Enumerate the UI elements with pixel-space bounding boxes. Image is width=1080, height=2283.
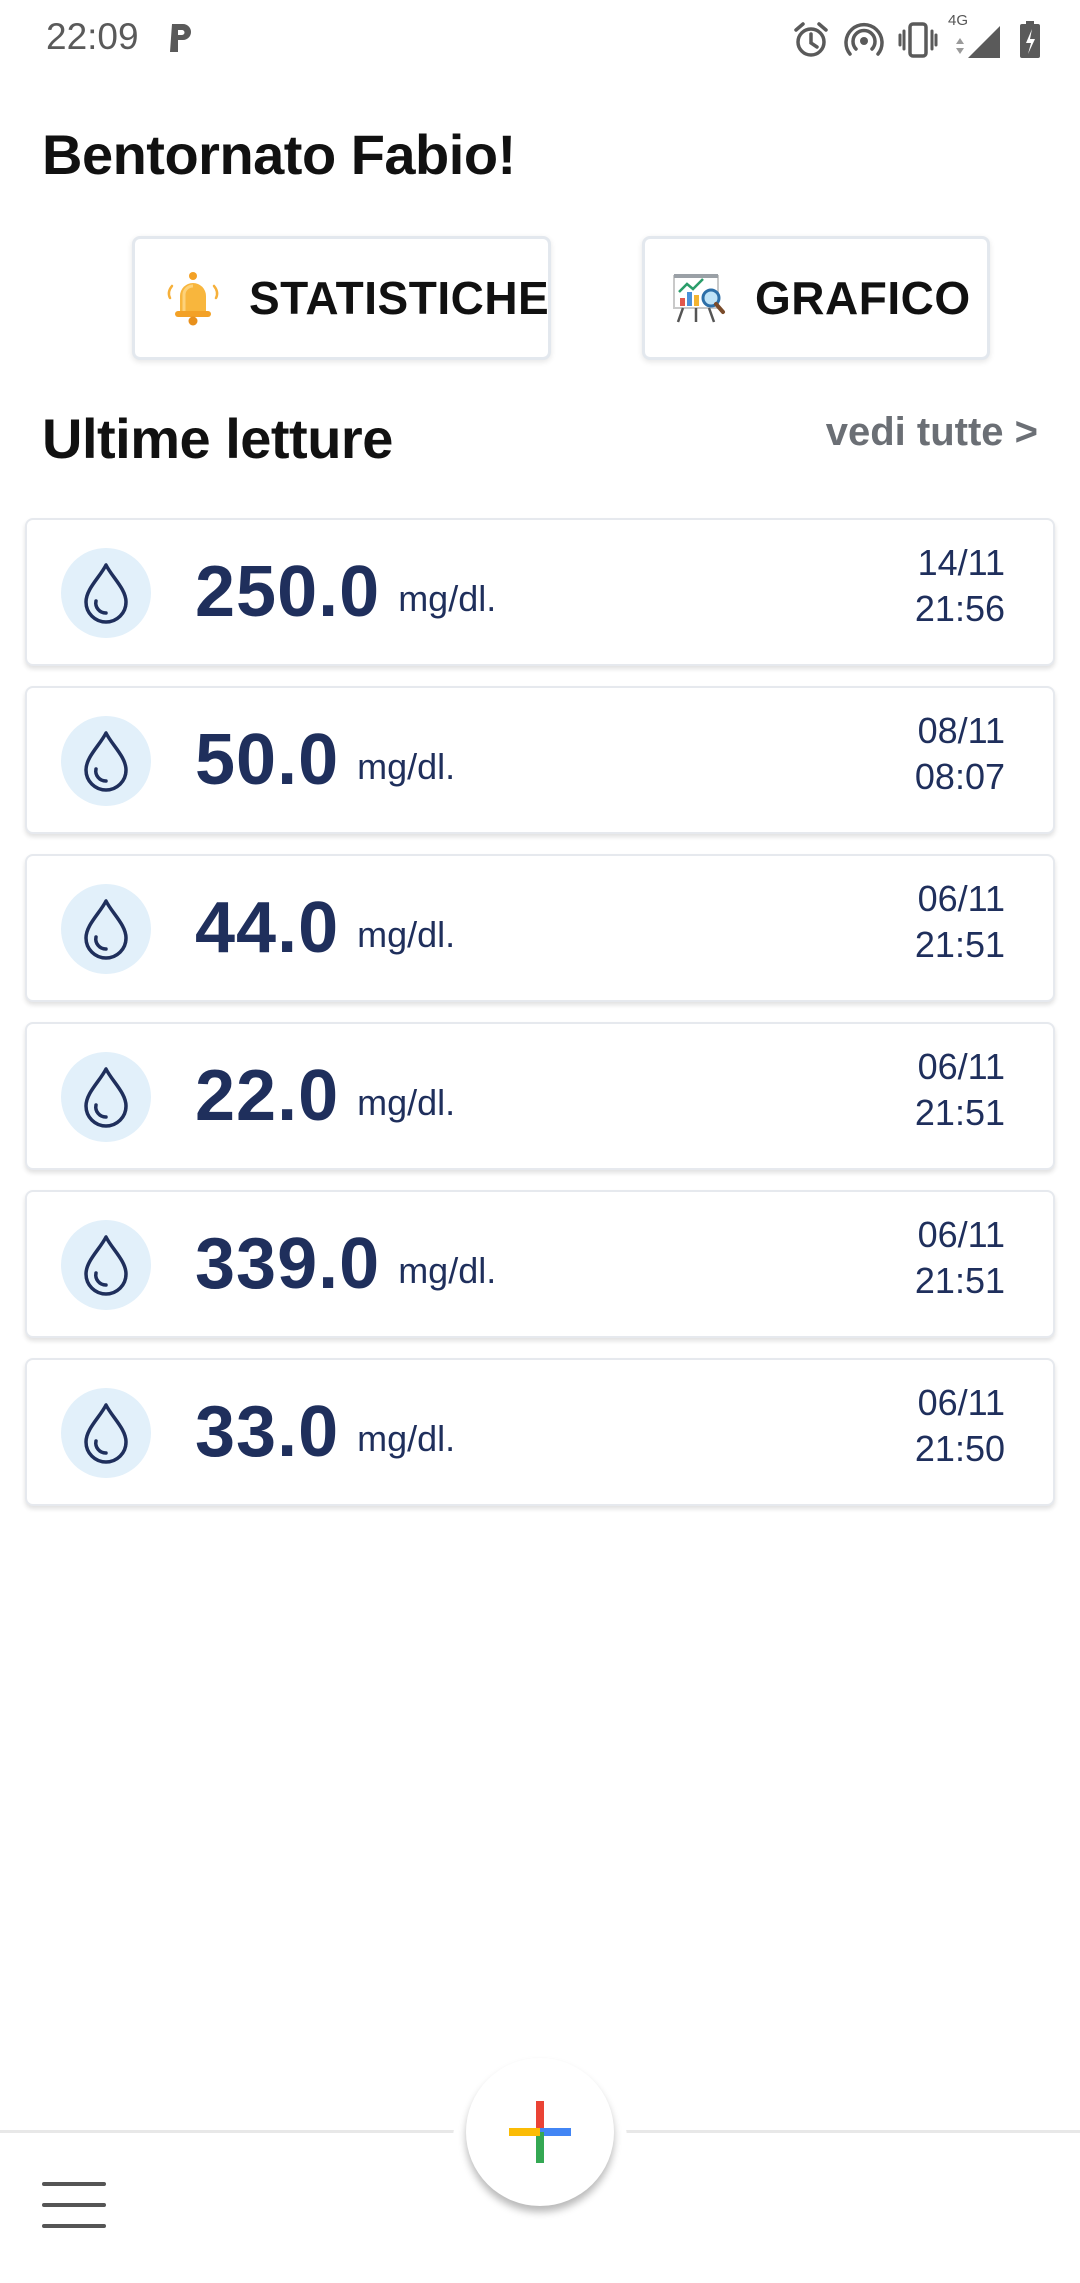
reading-main: 44.0 mg/dl. [195,856,455,1000]
chart-button[interactable]: GRAFICO [642,236,990,360]
chart-presentation-icon [673,274,725,323]
greeting-title: Bentornato Fabio! [42,123,516,186]
drop-icon [84,731,128,792]
reading-datetime: 06/11 21:51 [915,1212,1005,1304]
chart-button-label: GRAFICO [755,272,971,324]
drop-icon-badge [61,1052,151,1142]
status-time: 22:09 [46,16,139,57]
drop-icon-badge [61,884,151,974]
reading-unit: mg/dl. [398,1250,497,1291]
reading-datetime: 06/11 21:51 [915,876,1005,968]
reading-main: 33.0 mg/dl. [195,1360,455,1504]
drop-icon [84,1235,128,1296]
reading-value: 44.0 [195,888,340,968]
reading-time: 21:56 [914,588,1005,629]
reading-unit: mg/dl. [398,578,497,619]
drop-icon-badge [61,1388,151,1478]
reading-value: 22.0 [195,1056,340,1136]
reading-unit: mg/dl. [357,746,456,787]
reading-card[interactable]: 339.0 mg/dl. 06/11 21:51 [25,1190,1055,1338]
signal-indicator: 4G [948,12,1004,60]
reading-card[interactable]: 50.0 mg/dl. 08/11 08:07 [25,686,1055,834]
reading-date: 06/11 [917,878,1005,919]
readings-list: 250.0 mg/dl. 14/11 21:56 50.0 mg/dl. 08/… [25,518,1055,1526]
statistics-button[interactable]: STATISTICHE [132,236,551,360]
drop-icon [84,1067,128,1128]
see-all-link[interactable]: vedi tutte > [826,410,1038,455]
reading-date: 14/11 [917,542,1005,583]
reading-value: 339.0 [195,1224,381,1304]
reading-time: 21:51 [914,924,1005,965]
reading-time: 21:51 [914,1260,1005,1301]
drop-icon-badge [61,716,151,806]
reading-date: 06/11 [917,1382,1005,1423]
add-reading-button[interactable] [466,2058,614,2206]
reading-time: 21:51 [914,1092,1005,1133]
reading-datetime: 06/11 21:51 [915,1044,1005,1136]
reading-datetime: 14/11 21:56 [915,540,1005,632]
hamburger-menu-icon[interactable] [42,2182,106,2228]
reading-date: 06/11 [917,1046,1005,1087]
drop-icon [84,899,128,960]
reading-datetime: 06/11 21:50 [915,1380,1005,1472]
hotspot-icon [844,23,884,56]
drop-icon [84,1403,128,1464]
status-icons: 4G [792,12,1042,62]
reading-value: 50.0 [195,720,340,800]
status-bar: 22:09 4G [0,0,1080,80]
reading-time: 08:07 [914,756,1005,797]
statistics-button-label: STATISTICHE [249,272,550,324]
bell-icon [167,272,219,326]
reading-unit: mg/dl. [357,1418,456,1459]
reading-card[interactable]: 33.0 mg/dl. 06/11 21:50 [25,1358,1055,1506]
signal-icon [956,26,1000,58]
reading-datetime: 08/11 08:07 [915,708,1005,800]
alarm-icon [794,22,828,57]
reading-date: 06/11 [917,1214,1005,1255]
drop-icon [84,563,128,624]
reading-card[interactable]: 44.0 mg/dl. 06/11 21:51 [25,854,1055,1002]
reading-time: 21:50 [914,1428,1005,1469]
reading-main: 250.0 mg/dl. [195,520,496,664]
reading-card[interactable]: 250.0 mg/dl. 14/11 21:56 [25,518,1055,666]
parking-icon [170,24,191,52]
vibrate-icon [898,22,938,58]
drop-icon-badge [61,548,151,638]
drop-icon-badge [61,1220,151,1310]
reading-unit: mg/dl. [357,1082,456,1123]
plus-icon [509,2101,571,2163]
reading-card[interactable]: 22.0 mg/dl. 06/11 21:51 [25,1022,1055,1170]
reading-value: 250.0 [195,552,381,632]
reading-unit: mg/dl. [357,914,456,955]
reading-main: 50.0 mg/dl. [195,688,455,832]
section-title: Ultime letture [42,407,393,470]
reading-value: 33.0 [195,1392,340,1472]
battery-charging-icon [1020,21,1040,58]
reading-date: 08/11 [917,710,1005,751]
reading-main: 339.0 mg/dl. [195,1192,496,1336]
reading-main: 22.0 mg/dl. [195,1024,455,1168]
